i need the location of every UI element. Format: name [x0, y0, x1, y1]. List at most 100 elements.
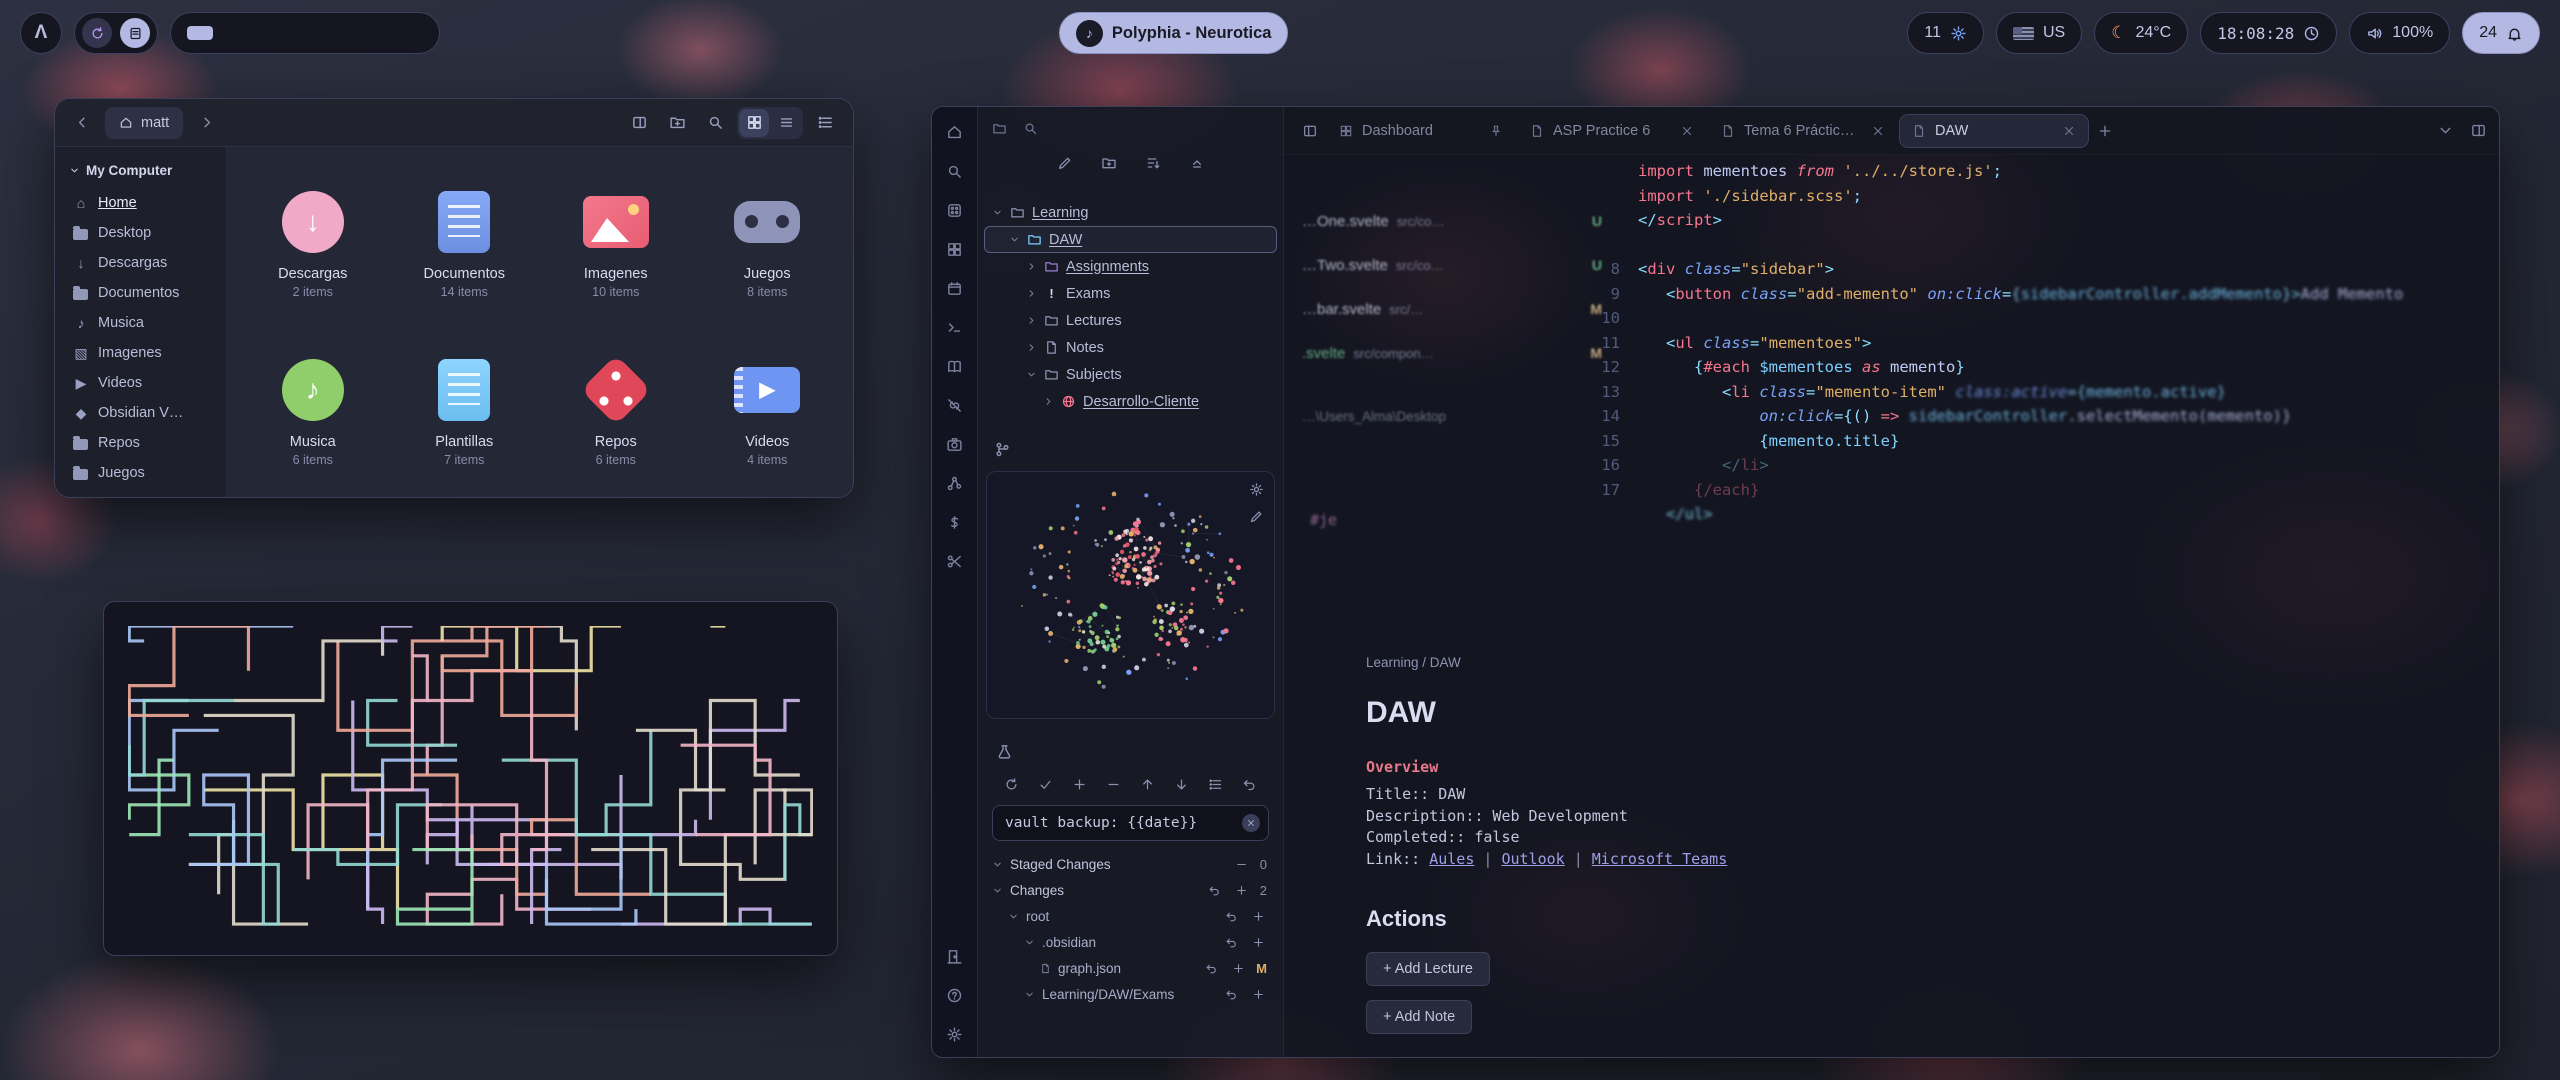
book-icon[interactable]: [946, 357, 964, 375]
sort-icon[interactable]: [1145, 155, 1161, 171]
folder-tile-juegos[interactable]: Juegos8 items: [692, 155, 844, 323]
volume-module[interactable]: 100%: [2349, 12, 2450, 54]
collapse-all-icon[interactable]: [1189, 155, 1205, 171]
sidebar-item-imagenes[interactable]: ▧Imagenes: [65, 338, 216, 368]
sidebar-item-obsidian-v[interactable]: ◆Obsidian V…: [65, 398, 216, 428]
app-launcher-button[interactable]: Λ: [20, 12, 62, 54]
door-icon[interactable]: [946, 947, 964, 965]
git-row-plus-icon[interactable]: [1249, 933, 1267, 951]
git-row-learning-daw-exams[interactable]: Learning/DAW/Exams: [978, 981, 1283, 1007]
new-tab-button[interactable]: [623, 107, 655, 139]
folder-tile-musica[interactable]: ♪Musica6 items: [237, 323, 389, 491]
new-folder-icon[interactable]: [1101, 155, 1117, 171]
notes-quick-button[interactable]: [120, 18, 150, 48]
git-row-changes[interactable]: Changes2: [978, 877, 1283, 903]
menu-button[interactable]: [809, 107, 841, 139]
help-icon[interactable]: [946, 986, 964, 1004]
commit-message-input[interactable]: [992, 805, 1269, 841]
sidebar-item-descargas[interactable]: ↓Descargas: [65, 248, 216, 278]
git-row-undo-icon[interactable]: [1206, 881, 1224, 899]
git-check-icon[interactable]: [1036, 775, 1054, 793]
note-breadcrumb[interactable]: Learning / DAW: [1366, 655, 2146, 670]
action-button-add-note[interactable]: + Add Note: [1366, 1000, 1472, 1034]
clock-module[interactable]: 18:08:28: [2200, 12, 2337, 54]
git-row-undo-icon[interactable]: [1202, 959, 1220, 977]
new-folder-button[interactable]: [661, 107, 693, 139]
graph-settings-icon[interactable]: [1249, 482, 1264, 497]
sidebar-item-repos[interactable]: Repos: [65, 428, 216, 458]
gear-icon[interactable]: [946, 1025, 964, 1043]
git-row-undo-icon[interactable]: [1222, 985, 1240, 1003]
calendar-icon[interactable]: [946, 279, 964, 297]
split-pane-icon[interactable]: [2470, 122, 2487, 139]
git-row-minus-icon[interactable]: [1233, 855, 1251, 873]
folder-tile-plantillas[interactable]: Plantillas7 items: [389, 323, 541, 491]
explorer-row-exams[interactable]: !Exams: [984, 280, 1277, 307]
refresh-quick-button[interactable]: [82, 18, 112, 48]
explorer-row-desarrollo-cliente[interactable]: Desarrollo-Cliente: [984, 388, 1277, 415]
tab-tema-6-pr-cticas[interactable]: Tema 6 Prácticas -…: [1709, 115, 1897, 147]
git-undo-icon[interactable]: [1241, 775, 1259, 793]
git-down-icon[interactable]: [1173, 775, 1191, 793]
sidebar-item-documentos[interactable]: Documentos: [65, 278, 216, 308]
sidebar-toggle-button[interactable]: [1296, 117, 1324, 145]
git-row-undo-icon[interactable]: [1222, 907, 1240, 925]
explorer-row-notes[interactable]: Notes: [984, 334, 1277, 361]
dollar-icon[interactable]: [946, 513, 964, 531]
sidebar-item-videos[interactable]: ▶Videos: [65, 368, 216, 398]
folder-tile-repos[interactable]: Repos6 items: [540, 323, 692, 491]
workspaces-module[interactable]: [170, 12, 440, 54]
clear-commit-icon[interactable]: [1242, 814, 1260, 832]
list-view-button[interactable]: [771, 109, 801, 137]
git-row-undo-icon[interactable]: [1222, 933, 1240, 951]
graph-view-panel[interactable]: [986, 471, 1275, 719]
search-icon[interactable]: [946, 162, 964, 180]
home-icon[interactable]: [946, 123, 964, 141]
note-link-aules[interactable]: Aules: [1429, 850, 1474, 868]
folder-tab-icon[interactable]: [992, 121, 1007, 136]
explorer-row-assignments[interactable]: Assignments: [984, 253, 1277, 280]
git-row-root[interactable]: root: [978, 903, 1283, 929]
git-refresh-icon[interactable]: [1002, 775, 1020, 793]
keyboard-layout-module[interactable]: US: [1996, 12, 2082, 54]
git-up-icon[interactable]: [1139, 775, 1157, 793]
graphdots-icon[interactable]: [946, 474, 964, 492]
git-row-plus-icon[interactable]: [1233, 881, 1251, 899]
note-link-microsoft-teams[interactable]: Microsoft Teams: [1592, 850, 1727, 868]
media-player-module[interactable]: ♪ Polyphia - Neurotica: [1059, 12, 1289, 54]
git-list-icon[interactable]: [1207, 775, 1225, 793]
notifications-module[interactable]: 24: [2462, 12, 2540, 54]
tab-list-chevron-icon[interactable]: [2437, 122, 2454, 139]
grid-view-button[interactable]: [739, 109, 769, 137]
breadcrumb[interactable]: matt: [105, 107, 183, 139]
tab-asp-practice-6[interactable]: ASP Practice 6: [1518, 115, 1706, 147]
back-button[interactable]: [67, 108, 97, 138]
folder-tile-documentos[interactable]: Documentos14 items: [389, 155, 541, 323]
terminal-icon[interactable]: [946, 318, 964, 336]
git-row-plus-icon[interactable]: [1249, 985, 1267, 1003]
note-link-outlook[interactable]: Outlook: [1501, 850, 1564, 868]
flask-icon[interactable]: [996, 743, 1013, 760]
explorer-row-learning[interactable]: Learning: [984, 199, 1277, 226]
tab-dashboard[interactable]: Dashboard: [1327, 115, 1515, 147]
new-note-icon[interactable]: [1057, 155, 1073, 171]
camera-icon[interactable]: [946, 435, 964, 453]
action-button-add-lecture[interactable]: + Add Lecture: [1366, 952, 1490, 986]
git-row-staged-changes[interactable]: Staged Changes0: [978, 851, 1283, 877]
sidebar-item-musica[interactable]: ♪Musica: [65, 308, 216, 338]
sidebar-item-home[interactable]: ⌂Home: [65, 188, 216, 218]
grid-icon[interactable]: [946, 240, 964, 258]
git-row-obsidian[interactable]: .obsidian: [978, 929, 1283, 955]
editor-area[interactable]: …One.sveltesrc/co…U…Two.sveltesrc/co…U…b…: [1284, 155, 2499, 1057]
dice-icon[interactable]: [946, 201, 964, 219]
git-branch-icon[interactable]: [994, 441, 1011, 458]
tab-daw[interactable]: DAW: [1900, 115, 2088, 147]
explorer-row-lectures[interactable]: Lectures: [984, 307, 1277, 334]
folder-tile-videos[interactable]: ▶Videos4 items: [692, 323, 844, 491]
search-button[interactable]: [699, 107, 731, 139]
search-tab-icon[interactable]: [1023, 121, 1038, 136]
graph-filter-icon[interactable]: [1249, 509, 1264, 524]
folder-tile-imagenes[interactable]: Imagenes10 items: [540, 155, 692, 323]
git-plus-icon[interactable]: [1070, 775, 1088, 793]
git-row-graph-json[interactable]: graph.jsonM: [978, 955, 1283, 981]
